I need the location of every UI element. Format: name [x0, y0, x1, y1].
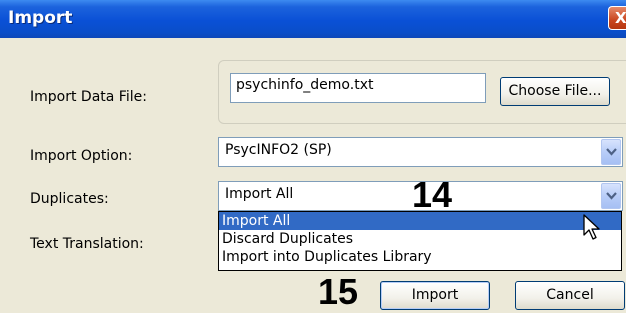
- duplicates-dropdown-list: Import All Discard Duplicates Import int…: [218, 211, 622, 271]
- step-15-annotation: 15: [318, 271, 359, 312]
- dropdown-option-import-into-duplicates-library[interactable]: Import into Duplicates Library: [219, 248, 621, 266]
- chevron-down-icon[interactable]: [601, 139, 621, 165]
- import-option-value: PsycINFO2 (SP): [225, 142, 332, 158]
- dropdown-option-import-all[interactable]: Import All: [219, 212, 621, 230]
- choose-file-button[interactable]: Choose File...: [500, 77, 610, 106]
- import-button[interactable]: Import: [380, 281, 490, 310]
- window-title: Import: [8, 8, 73, 28]
- title-bar: Import X: [0, 0, 626, 38]
- import-option-select[interactable]: PsycINFO2 (SP): [218, 137, 623, 167]
- mouse-pointer-icon: [583, 214, 600, 240]
- import-data-file-label: Import Data File:: [30, 89, 147, 105]
- import-option-label: Import Option:: [30, 148, 133, 164]
- close-icon[interactable]: X: [608, 6, 626, 30]
- duplicates-value: Import All: [225, 186, 294, 202]
- dropdown-option-discard-duplicates[interactable]: Discard Duplicates: [219, 230, 621, 248]
- duplicates-label: Duplicates:: [30, 191, 109, 207]
- text-translation-label: Text Translation:: [30, 236, 144, 252]
- chevron-down-icon[interactable]: [601, 183, 621, 209]
- step-14-annotation: 14: [412, 174, 453, 215]
- cancel-button[interactable]: Cancel: [515, 281, 625, 310]
- import-data-file-input[interactable]: psychinfo_demo.txt: [230, 73, 486, 103]
